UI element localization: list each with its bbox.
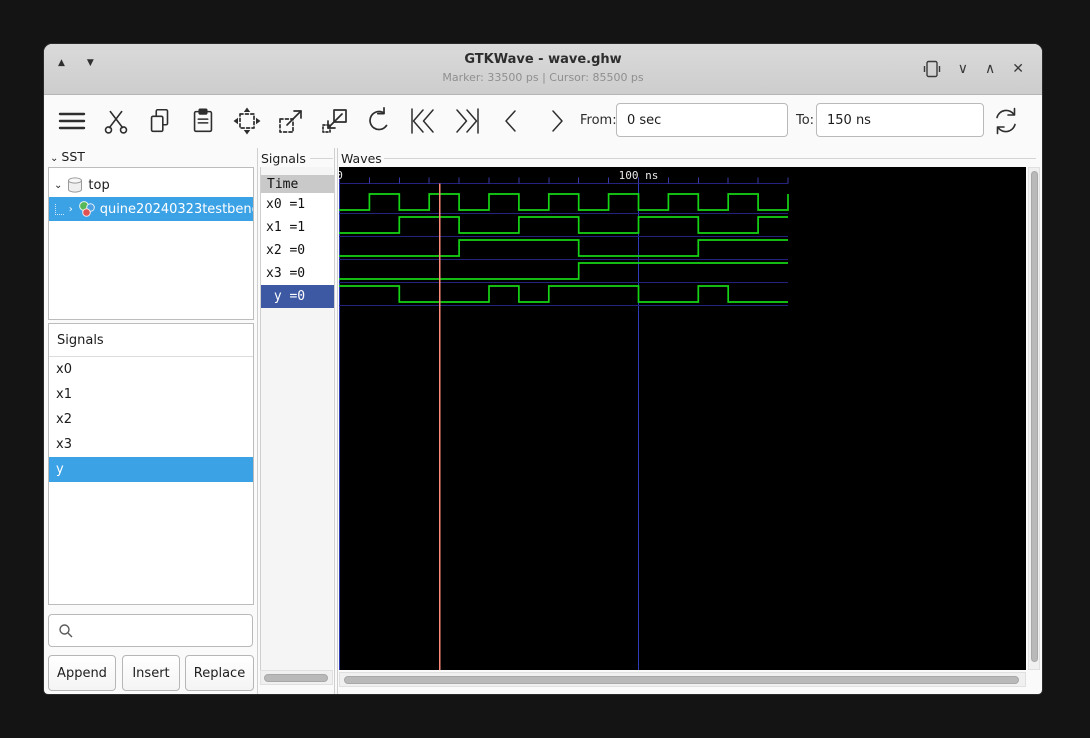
to-input[interactable] <box>816 103 984 137</box>
toolbar: From: To: <box>44 95 1042 148</box>
sst-header[interactable]: ⌄ SST <box>50 149 85 164</box>
expander-down-icon[interactable]: ⌄ <box>54 180 62 191</box>
copy-icon[interactable] <box>143 104 177 138</box>
minimize-icon[interactable]: ∨ <box>958 61 968 77</box>
waveform-plot: 0 100 ns <box>336 169 789 670</box>
signal-item-x0[interactable]: x0 <box>49 357 253 382</box>
fullscreen-icon[interactable] <box>923 59 941 79</box>
step-left-icon[interactable] <box>495 104 529 138</box>
waves-hscrollbar[interactable] <box>339 672 1026 687</box>
tree-guide <box>55 203 64 215</box>
wave-canvas[interactable]: 0 100 ns <box>336 167 1026 670</box>
zoom-in-icon[interactable] <box>274 104 308 138</box>
undo-icon[interactable] <box>362 104 396 138</box>
expander-right-icon[interactable]: › <box>69 204 73 215</box>
svg-text:100 ns: 100 ns <box>619 169 659 182</box>
window-title: GTKWave - wave.ghw <box>464 52 622 67</box>
paste-icon[interactable] <box>186 104 220 138</box>
waves-frame-line <box>384 158 1036 159</box>
maximize-icon[interactable]: ∧ <box>985 61 995 77</box>
signal-item-x1[interactable]: x1 <box>49 382 253 407</box>
component-icon <box>78 200 96 218</box>
cut-icon[interactable] <box>99 104 133 138</box>
database-icon <box>67 176 83 194</box>
waves-hscrollbar-thumb[interactable] <box>344 676 1019 684</box>
signal-browser: Signals x0 x1 x2 x3 y <box>48 323 254 605</box>
titlebar[interactable]: ▲ ▼ GTKWave - wave.ghw Marker: 33500 ps … <box>44 44 1042 95</box>
search-icon <box>58 623 74 639</box>
reload-icon[interactable] <box>989 104 1023 138</box>
go-to-start-icon[interactable] <box>406 104 440 138</box>
signal-browser-header: Signals <box>49 324 253 357</box>
signal-item-x3[interactable]: x3 <box>49 432 253 457</box>
signals-frame-line <box>310 158 333 159</box>
sst-collapse-icon[interactable]: ⌄ <box>50 153 58 164</box>
signal-value-row[interactable]: x0 =1 <box>261 193 334 216</box>
go-to-end-icon[interactable] <box>450 104 484 138</box>
marker-cursor-status: Marker: 33500 ps | Cursor: 85500 ps <box>442 71 644 84</box>
signal-search-box[interactable] <box>48 614 260 647</box>
mid-splitter-b[interactable] <box>337 148 338 694</box>
signals-values-panel: Time x0 =1 x1 =1 x2 =0 x3 =0 y =0 <box>260 167 334 670</box>
gtkwave-window: ▲ ▼ GTKWave - wave.ghw Marker: 33500 ps … <box>44 44 1042 694</box>
svg-text:0: 0 <box>339 169 343 182</box>
time-header[interactable]: Time <box>261 175 334 194</box>
left-splitter[interactable] <box>257 148 258 694</box>
signal-value-row[interactable]: x2 =0 <box>261 239 334 262</box>
append-button[interactable]: Append <box>48 655 116 691</box>
from-label: From: <box>580 113 617 128</box>
menu-icon[interactable] <box>55 104 89 138</box>
search-input[interactable] <box>80 622 260 639</box>
signal-item-y[interactable]: y <box>49 457 253 482</box>
tree-item-testbench[interactable]: › quine20240323testbenc <box>49 197 253 221</box>
zoom-out-icon[interactable] <box>318 104 352 138</box>
tree-item-label: top <box>88 177 110 193</box>
mid-splitter-a[interactable] <box>334 148 335 694</box>
waves-panel-header: Waves <box>341 151 382 166</box>
waves-vscrollbar[interactable] <box>1028 167 1040 670</box>
signals-hscrollbar[interactable] <box>260 670 333 685</box>
to-label: To: <box>796 113 815 128</box>
replace-button[interactable]: Replace <box>185 655 254 691</box>
close-icon[interactable]: ✕ <box>1012 61 1024 77</box>
insert-button[interactable]: Insert <box>122 655 180 691</box>
signal-value-row-selected[interactable]: y =0 <box>261 285 334 308</box>
signal-value-row[interactable]: x1 =1 <box>261 216 334 239</box>
signals-hscrollbar-thumb[interactable] <box>264 674 328 682</box>
step-right-icon[interactable] <box>539 104 573 138</box>
window-controls: ∨ ∧ ✕ <box>923 54 1024 84</box>
desktop: ▲ ▼ GTKWave - wave.ghw Marker: 33500 ps … <box>0 0 1090 738</box>
tree-item-top[interactable]: ⌄ top <box>49 173 253 197</box>
waves-vscrollbar-thumb[interactable] <box>1031 171 1038 662</box>
signal-value-row[interactable]: x3 =0 <box>261 262 334 285</box>
from-input[interactable] <box>616 103 788 137</box>
zoom-fit-icon[interactable] <box>230 104 264 138</box>
signals-panel-header: Signals <box>261 151 306 166</box>
sst-tree: ⌄ top › quine20240323testbenc <box>48 167 254 320</box>
signal-item-x2[interactable]: x2 <box>49 407 253 432</box>
tree-item-label: quine20240323testbenc <box>99 201 253 217</box>
